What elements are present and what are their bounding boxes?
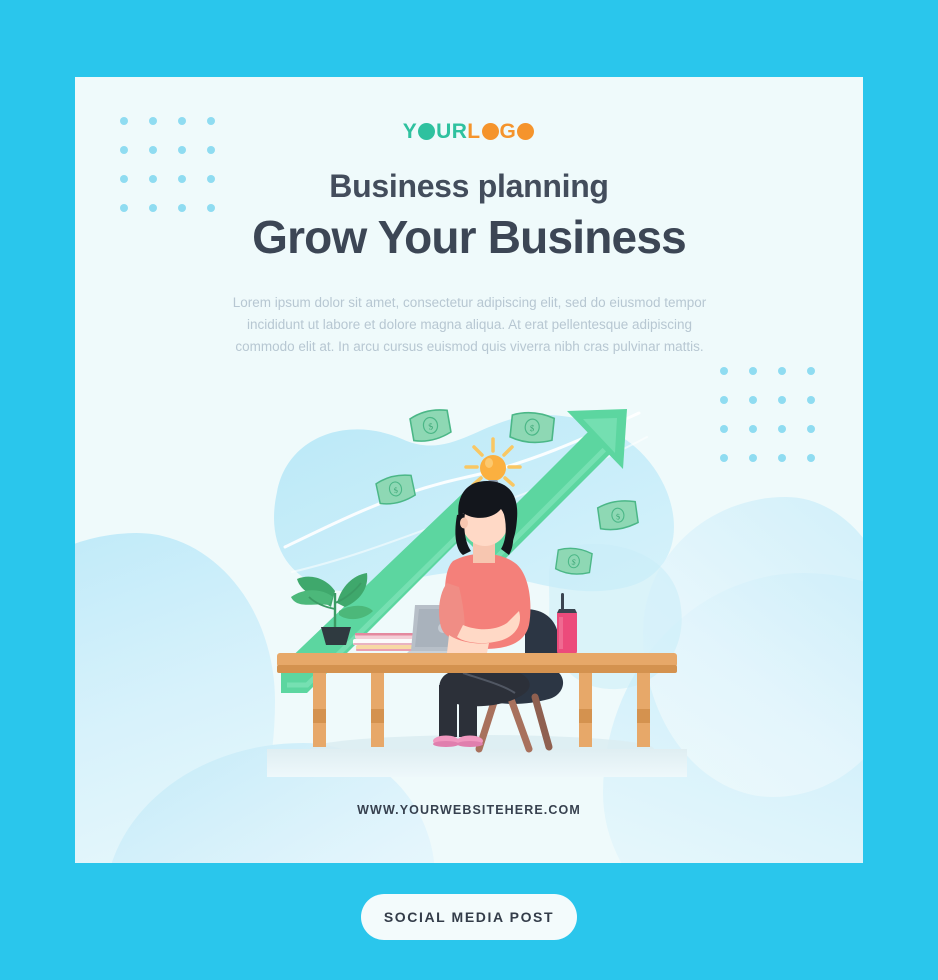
- brand-logo: Y URL G: [75, 120, 863, 144]
- poster-root: Y URL G Business planning Grow Your Busine…: [0, 0, 938, 980]
- kicker-heading: Business planning: [329, 168, 609, 204]
- dot: [807, 367, 815, 375]
- dot: [778, 367, 786, 375]
- dot: [807, 454, 815, 462]
- social-media-post-card: Y URL G Business planning Grow Your Busine…: [75, 77, 863, 863]
- dot: [149, 146, 157, 154]
- dot-grid-decoration-right: [720, 367, 815, 462]
- dot: [749, 454, 757, 462]
- social-media-post-button[interactable]: SOCIAL MEDIA POST: [361, 894, 577, 940]
- dot: [720, 425, 728, 433]
- plant-pot: [321, 627, 351, 645]
- dot: [178, 146, 186, 154]
- logo-letter-l: L: [467, 120, 481, 143]
- floor: [267, 749, 687, 777]
- dot: [778, 425, 786, 433]
- logo-circle-o3: [517, 123, 535, 140]
- dot: [749, 425, 757, 433]
- dollar-bill: $: [554, 547, 593, 575]
- logo-circle-o1: [418, 123, 436, 140]
- dot: [207, 146, 215, 154]
- book-stack: [353, 633, 415, 651]
- logo-letter-g: G: [499, 120, 517, 143]
- dot: [720, 396, 728, 404]
- logo-letter-y: Y: [402, 120, 418, 143]
- dot: [720, 367, 728, 375]
- dot: [807, 425, 815, 433]
- body-paragraph: Lorem ipsum dolor sit amet, consectetur …: [232, 295, 707, 354]
- dot: [749, 367, 757, 375]
- logo-circle-o2: [481, 123, 499, 140]
- logo-letters-ur: UR: [436, 120, 468, 143]
- dollar-bill: $: [509, 411, 556, 444]
- dollar-bill: $: [409, 409, 452, 442]
- dot: [778, 396, 786, 404]
- dot: [807, 396, 815, 404]
- dot: [778, 454, 786, 462]
- page-title: Grow Your Business: [252, 211, 687, 263]
- dot: [120, 146, 128, 154]
- dot: [749, 396, 757, 404]
- dot: [720, 454, 728, 462]
- hero-illustration: $ $ $ $ $: [267, 397, 687, 777]
- website-url: WWW.YOURWEBSITEHERE.COM: [357, 803, 581, 817]
